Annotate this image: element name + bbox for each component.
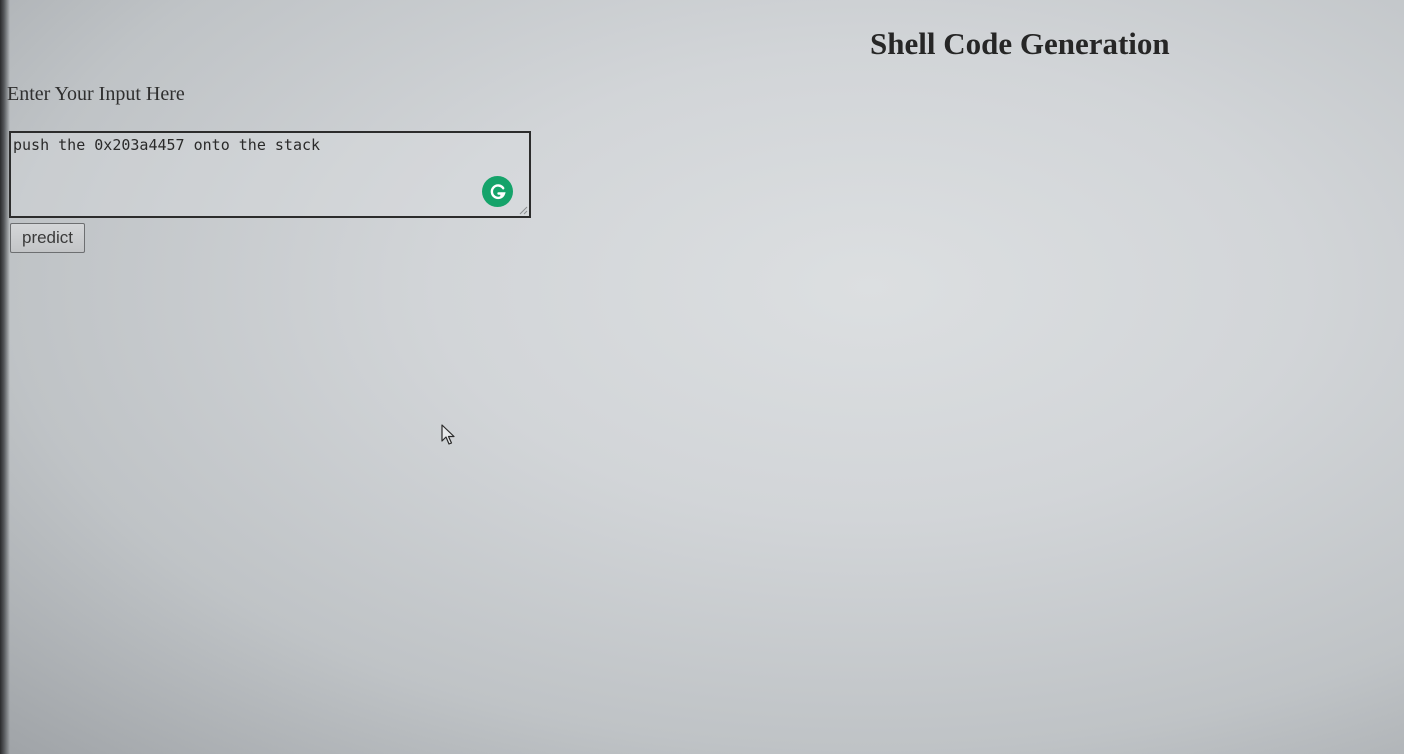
input-textarea[interactable]: push the 0x203a4457 onto the stack bbox=[11, 133, 529, 216]
predict-button[interactable]: predict bbox=[10, 223, 85, 253]
grammarly-g-glyph bbox=[490, 183, 506, 199]
resize-handle-icon[interactable] bbox=[518, 205, 528, 215]
mouse-cursor-icon bbox=[441, 424, 455, 445]
input-textarea-container: push the 0x203a4457 onto the stack bbox=[9, 131, 531, 218]
screen-bezel bbox=[0, 0, 10, 754]
grammarly-icon[interactable] bbox=[482, 176, 513, 207]
page-title: Shell Code Generation bbox=[870, 26, 1170, 61]
input-label: Enter Your Input Here bbox=[7, 83, 185, 105]
